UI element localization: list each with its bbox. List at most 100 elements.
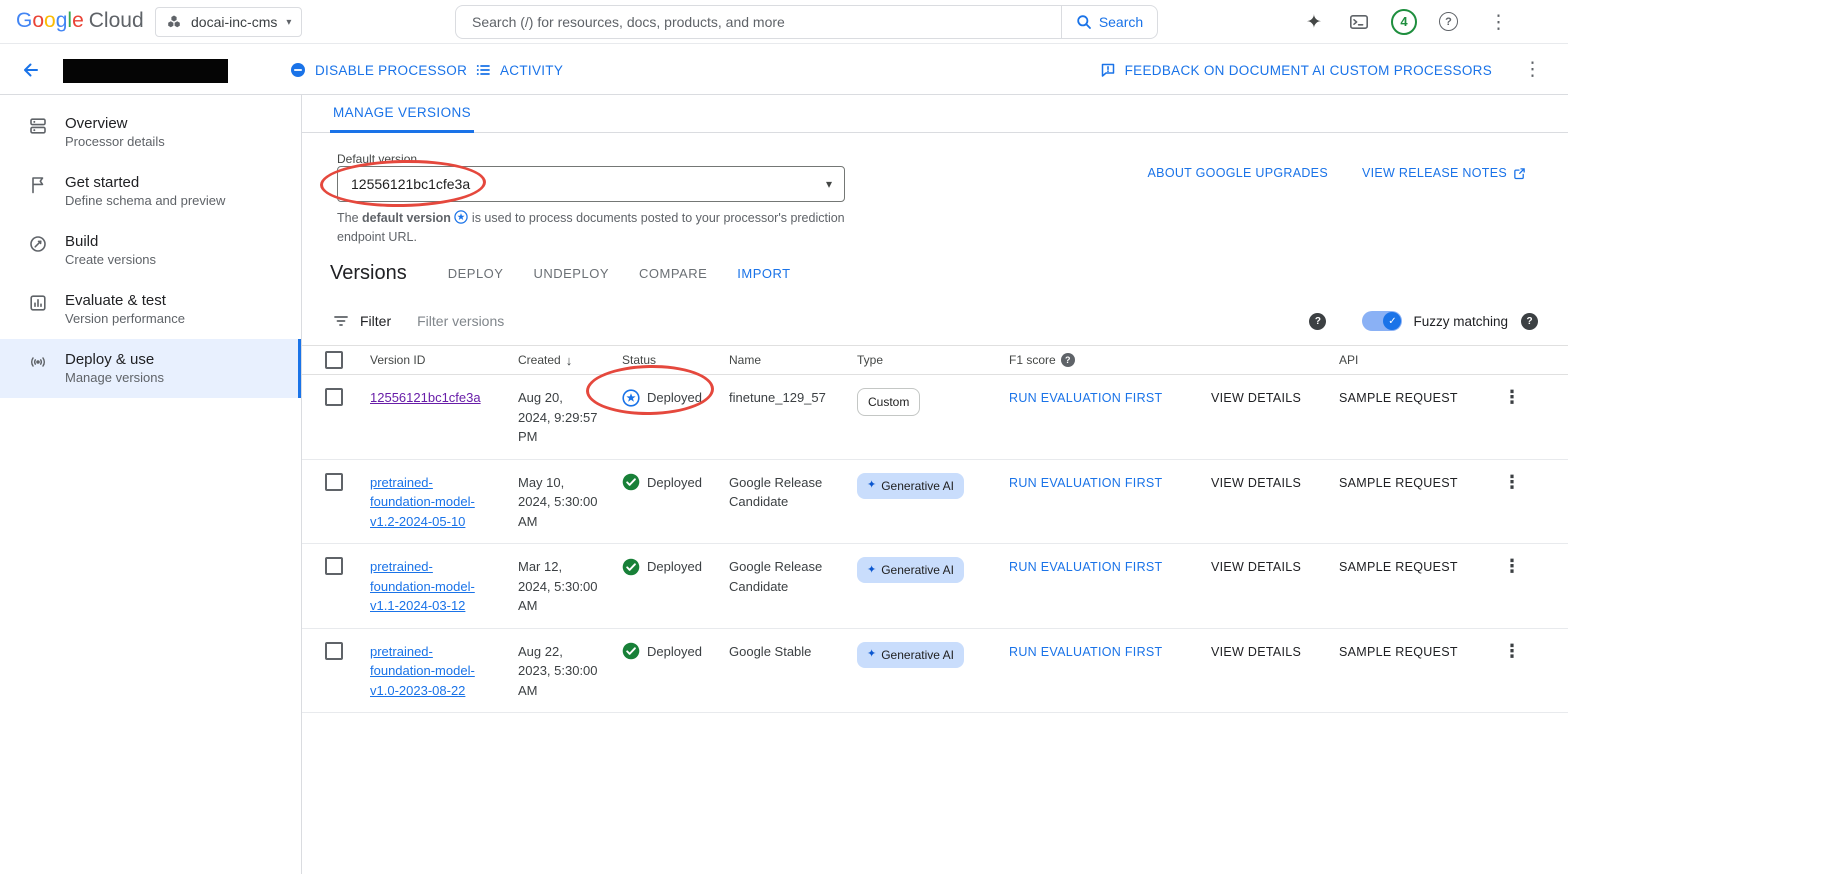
- run-evaluation-first-link[interactable]: RUN EVALUATION FIRST: [1009, 476, 1162, 490]
- disable-processor-button[interactable]: DISABLE PROCESSOR: [290, 45, 467, 95]
- activity-label: ACTIVITY: [500, 63, 563, 78]
- row-checkbox[interactable]: [325, 642, 343, 660]
- chevron-down-icon: ▾: [826, 177, 832, 191]
- col-header-status[interactable]: Status: [610, 353, 717, 367]
- row-checkbox[interactable]: [325, 388, 343, 406]
- version-id-link[interactable]: pretrained-foundation-model-v1.2-2024-05…: [370, 473, 494, 532]
- view-details-button[interactable]: VIEW DETAILS: [1211, 476, 1301, 490]
- run-evaluation-first-link[interactable]: RUN EVALUATION FIRST: [1009, 645, 1162, 659]
- import-button[interactable]: IMPORT: [737, 266, 790, 281]
- version-id-link[interactable]: pretrained-foundation-model-v1.1-2024-03…: [370, 557, 494, 616]
- sidebar: OverviewProcessor details Get startedDef…: [0, 95, 302, 874]
- status-text: Deployed: [647, 642, 702, 662]
- block-icon: [290, 62, 306, 78]
- view-details-button[interactable]: VIEW DETAILS: [1211, 391, 1301, 405]
- view-details-button[interactable]: VIEW DETAILS: [1211, 645, 1301, 659]
- sample-request-button[interactable]: SAMPLE REQUEST: [1339, 645, 1458, 659]
- row-menu-button[interactable]: ⋮: [1487, 473, 1568, 493]
- fuzzy-matching-label: Fuzzy matching: [1413, 314, 1508, 329]
- activity-button[interactable]: ACTIVITY: [475, 45, 563, 95]
- type-chip-generative-ai: ✦Generative AI: [857, 557, 964, 583]
- about-google-upgrades-link[interactable]: ABOUT GOOGLE UPGRADES: [1148, 166, 1328, 180]
- col-header-version-id[interactable]: Version ID: [358, 353, 506, 367]
- search-icon: [1076, 14, 1092, 30]
- sidebar-item-title: Overview: [65, 115, 128, 132]
- table-row: 12556121bc1cfe3a Aug 20, 2024, 9:29:57 P…: [302, 375, 1568, 460]
- row-menu-button[interactable]: ⋮: [1487, 557, 1568, 577]
- project-icon: [166, 14, 182, 30]
- logo-letter: e: [72, 9, 84, 33]
- status-text: Deployed: [647, 557, 702, 577]
- view-details-button[interactable]: VIEW DETAILS: [1211, 560, 1301, 574]
- select-all-checkbox[interactable]: [325, 351, 343, 369]
- sidebar-item-subtitle: Define schema and preview: [65, 193, 225, 208]
- google-cloud-logo[interactable]: G o o g l e Cloud: [16, 9, 144, 33]
- f1-help-icon[interactable]: ?: [1061, 353, 1075, 367]
- versions-heading: Versions: [330, 262, 407, 285]
- sidebar-item-get-started[interactable]: Get startedDefine schema and preview: [0, 162, 301, 221]
- more-options-icon[interactable]: ⋮: [1489, 11, 1508, 34]
- page-more-options-icon[interactable]: ⋮: [1523, 58, 1542, 81]
- col-header-api: API: [1327, 353, 1487, 367]
- status-text: Deployed: [647, 388, 702, 408]
- global-search: Search: [455, 5, 1158, 39]
- created-cell: Aug 22, 2023, 5:30:00 AM: [506, 642, 610, 701]
- filter-label: Filter: [360, 313, 391, 329]
- created-cell: Mar 12, 2024, 5:30:00 AM: [506, 557, 610, 616]
- sample-request-button[interactable]: SAMPLE REQUEST: [1339, 476, 1458, 490]
- sidebar-item-evaluate-test[interactable]: Evaluate & testVersion performance: [0, 280, 301, 339]
- col-header-name[interactable]: Name: [717, 353, 845, 367]
- status-text: Deployed: [647, 473, 702, 493]
- sparkle-icon: ✦: [867, 477, 876, 494]
- search-input[interactable]: [455, 5, 1061, 39]
- fuzzy-help-icon[interactable]: ?: [1521, 313, 1538, 330]
- version-id-link[interactable]: 12556121bc1cfe3a: [370, 388, 481, 408]
- fuzzy-matching-toggle[interactable]: ✓: [1362, 311, 1402, 331]
- compare-button[interactable]: COMPARE: [639, 266, 707, 281]
- sidebar-item-overview[interactable]: OverviewProcessor details: [0, 103, 301, 162]
- run-evaluation-first-link[interactable]: RUN EVALUATION FIRST: [1009, 560, 1162, 574]
- sample-request-button[interactable]: SAMPLE REQUEST: [1339, 560, 1458, 574]
- project-name: docai-inc-cms: [191, 14, 277, 30]
- col-header-type[interactable]: Type: [845, 353, 997, 367]
- name-cell: Google Release Candidate: [717, 557, 845, 596]
- sample-request-button[interactable]: SAMPLE REQUEST: [1339, 391, 1458, 405]
- help-icon[interactable]: ?: [1439, 12, 1458, 31]
- row-checkbox[interactable]: [325, 557, 343, 575]
- sidebar-item-title: Evaluate & test: [65, 292, 166, 309]
- search-button[interactable]: Search: [1061, 5, 1158, 39]
- flag-icon: [28, 175, 48, 195]
- feedback-button[interactable]: FEEDBACK ON DOCUMENT AI CUSTOM PROCESSOR…: [1100, 45, 1492, 95]
- logo-letter: o: [32, 9, 44, 33]
- row-menu-button[interactable]: ⋮: [1487, 642, 1568, 662]
- col-header-created[interactable]: Created↓: [506, 353, 610, 368]
- row-menu-button[interactable]: ⋮: [1487, 388, 1568, 408]
- row-checkbox[interactable]: [325, 473, 343, 491]
- logo-letter: g: [56, 9, 68, 33]
- notifications-badge[interactable]: 4: [1391, 9, 1417, 35]
- assessment-icon: [28, 293, 48, 313]
- project-selector[interactable]: docai-inc-cms ▾: [155, 7, 302, 37]
- sidebar-item-deploy-use[interactable]: Deploy & useManage versions: [0, 339, 301, 398]
- open-in-new-icon: [1513, 167, 1526, 180]
- tab-manage-versions[interactable]: MANAGE VERSIONS: [330, 95, 474, 133]
- filter-versions-input[interactable]: [417, 313, 1309, 329]
- run-evaluation-first-link[interactable]: RUN EVALUATION FIRST: [1009, 391, 1162, 405]
- deploy-button[interactable]: DEPLOY: [448, 266, 504, 281]
- default-version-label: Default version: [337, 152, 417, 166]
- name-cell: Google Release Candidate: [717, 473, 845, 512]
- deployed-check-icon: [622, 558, 640, 576]
- back-arrow-button[interactable]: [18, 59, 40, 81]
- gemini-sparkle-icon[interactable]: ✦: [1306, 11, 1322, 34]
- sidebar-item-build[interactable]: BuildCreate versions: [0, 221, 301, 280]
- top-bar: G o o g l e Cloud docai-inc-cms ▾ Search…: [0, 0, 1568, 44]
- sort-descending-icon[interactable]: ↓: [566, 353, 573, 368]
- version-id-link[interactable]: pretrained-foundation-model-v1.0-2023-08…: [370, 642, 494, 701]
- filter-help-icon[interactable]: ?: [1309, 313, 1326, 330]
- cloud-shell-icon[interactable]: [1349, 12, 1369, 32]
- default-version-select[interactable]: 12556121bc1cfe3a ▾: [337, 166, 845, 202]
- undeploy-button[interactable]: UNDEPLOY: [533, 266, 609, 281]
- status-cell: Deployed: [610, 473, 717, 493]
- col-header-f1-score[interactable]: F1 score?: [997, 353, 1199, 367]
- view-release-notes-link[interactable]: VIEW RELEASE NOTES: [1362, 166, 1526, 180]
